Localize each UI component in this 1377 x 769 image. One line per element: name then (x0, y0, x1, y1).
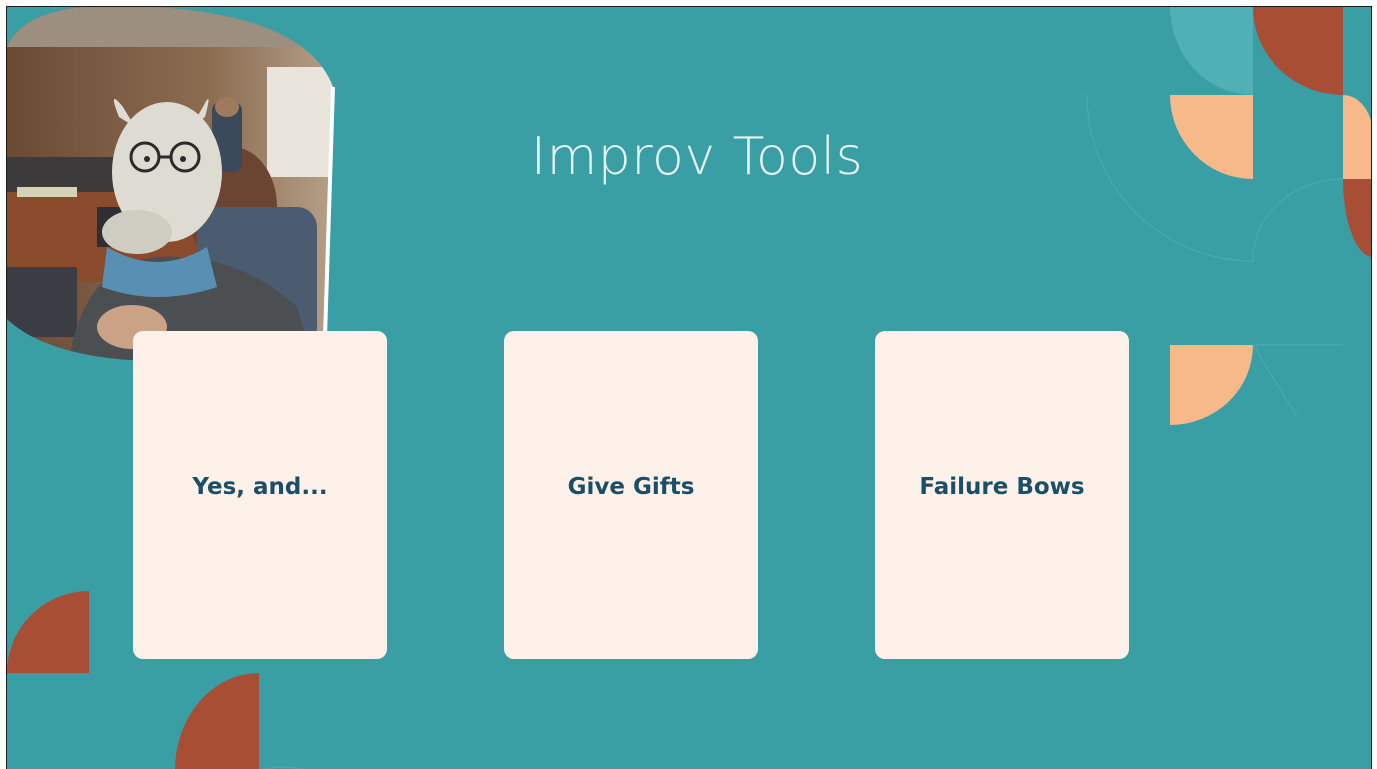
peach-quarter-circle-large (1170, 95, 1253, 179)
peach-half-circle-right (1343, 95, 1371, 179)
outline-arc-mid (1252, 344, 1343, 418)
card-label: Give Gifts (567, 474, 695, 500)
rust-quarter-circle-right (1343, 179, 1371, 257)
card-failure-bows: Failure Bows (875, 331, 1129, 659)
rust-quarter-circle-top (1253, 7, 1343, 95)
rust-quarter-circle-left (7, 591, 89, 673)
slide: Improv Tools Yes, and... Give Gifts Fail… (6, 6, 1372, 769)
outline-arc-right (1252, 178, 1344, 262)
card-label: Yes, and... (192, 474, 328, 500)
light-teal-quarter-circle (1170, 7, 1253, 95)
card-label: Failure Bows (919, 474, 1085, 500)
slide-title: Improv Tools (530, 127, 864, 187)
card-yes-and: Yes, and... (133, 331, 387, 659)
peach-quarter-circle-mid (1170, 345, 1253, 425)
photo-person-in-llama-mask (7, 7, 347, 382)
card-give-gifts: Give Gifts (504, 331, 758, 659)
rust-quarter-circle-bottom (175, 673, 259, 769)
